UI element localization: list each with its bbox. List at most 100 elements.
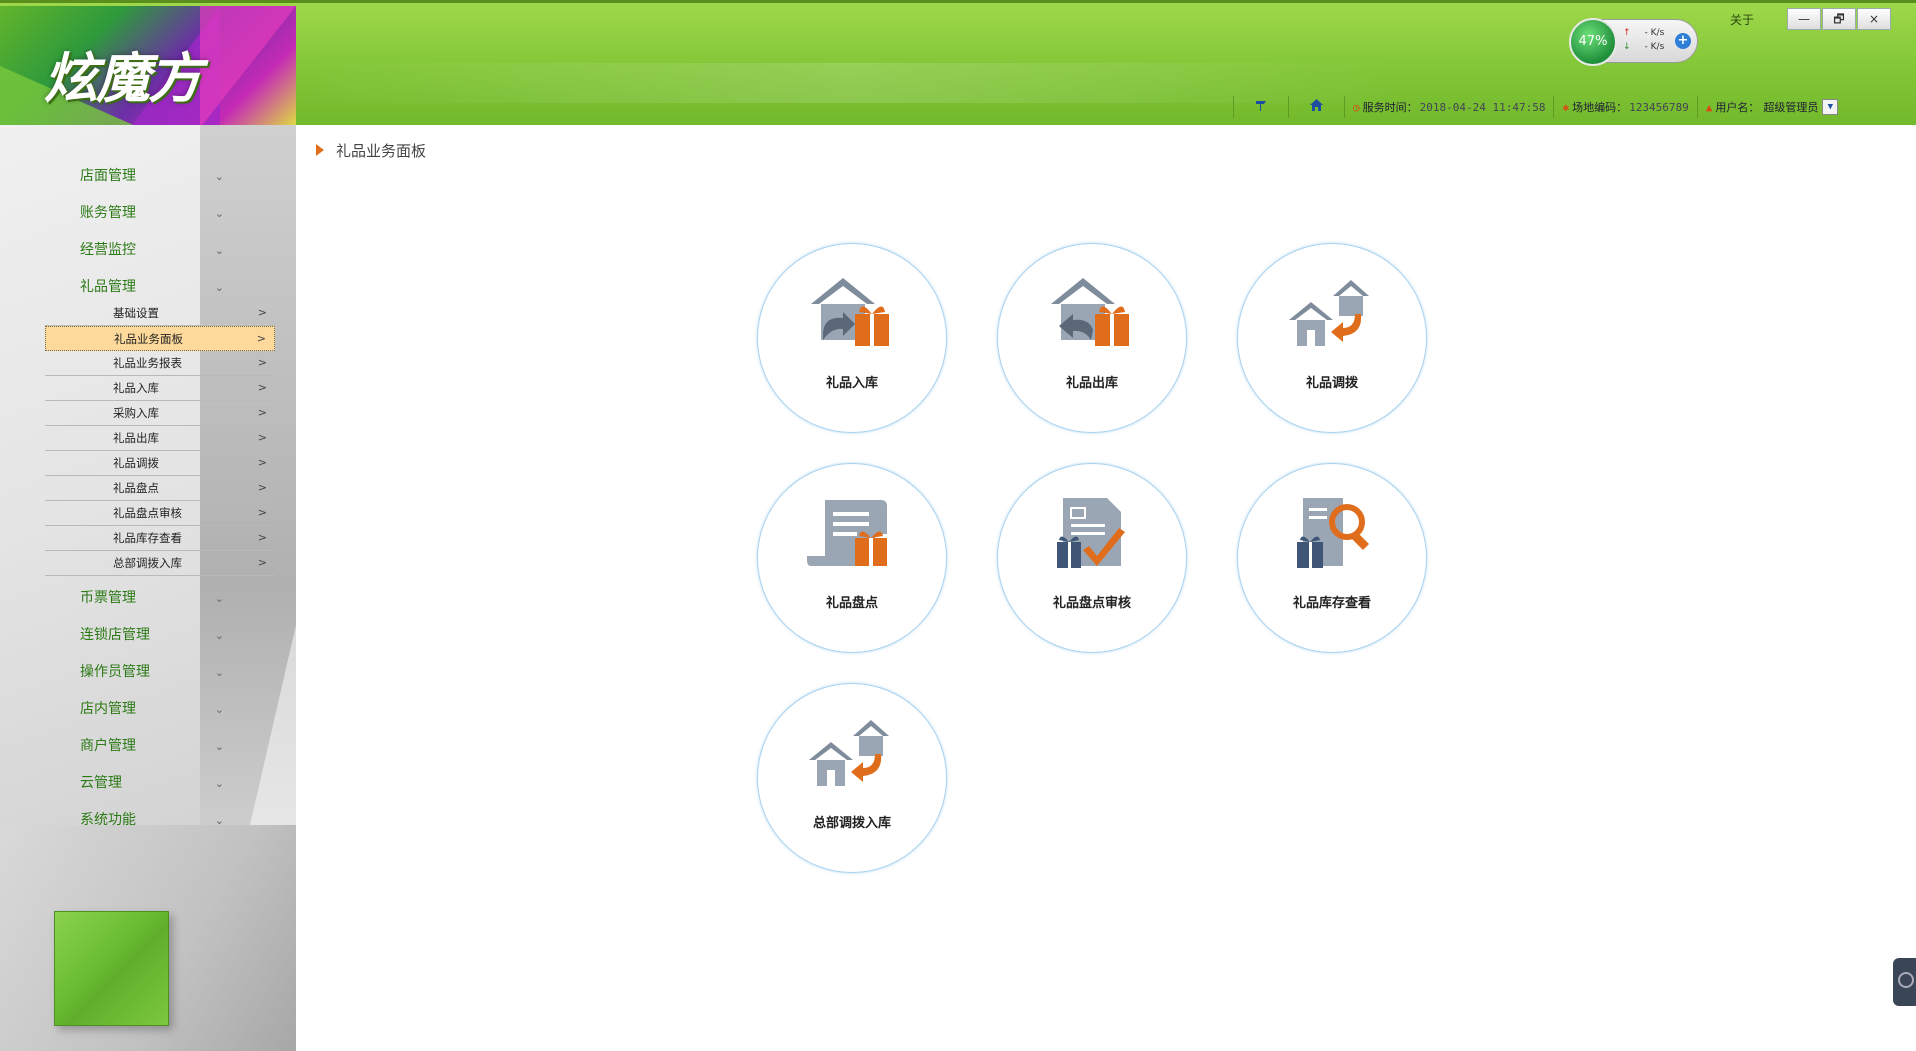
gift-stock-out-icon xyxy=(1051,278,1129,346)
sidebar-item-operators[interactable]: 操作员管理 ⌄ xyxy=(80,654,232,691)
submenu-item-gift-stock-in[interactable]: 礼品入库 > xyxy=(45,376,275,401)
chevron-right-icon: > xyxy=(257,431,267,444)
logo-text: 炫魔方 xyxy=(44,47,202,110)
tile-gift-inventory[interactable]: 礼品盘点 xyxy=(757,463,947,653)
chevron-right-icon: > xyxy=(257,456,267,469)
chevron-down-icon: ⌄ xyxy=(214,703,224,716)
tile-label: 礼品入库 xyxy=(825,376,878,391)
divider xyxy=(1233,96,1234,118)
gift-inventory-icon xyxy=(807,500,887,566)
tile-gift-stock-out[interactable]: 礼品出库 xyxy=(997,243,1187,433)
tile-hq-transfer-in[interactable]: 总部调拨入库 xyxy=(757,683,947,873)
upload-speed-value: - K/s xyxy=(1644,28,1665,38)
sidebar-item-in-store[interactable]: 店内管理 ⌄ xyxy=(80,691,232,728)
sidebar-menu-top: 店面管理 ⌄ 账务管理 ⌄ 经营监控 ⌄ 礼品管理 ⌄ xyxy=(80,158,232,306)
site-code-label: 场地编码： xyxy=(1572,101,1628,114)
submenu-item-inventory-audit[interactable]: 礼品盘点审核 > xyxy=(45,501,275,526)
chevron-down-icon: ⌄ xyxy=(214,592,224,605)
submenu-item-gift-dashboard[interactable]: 礼品业务面板 > xyxy=(45,326,275,351)
sidebar-item-accounting[interactable]: 账务管理 ⌄ xyxy=(80,195,232,232)
site-code: ✱ 场地编码： 123456789 xyxy=(1562,99,1688,115)
chevron-right-icon: > xyxy=(257,406,267,419)
divider xyxy=(1288,96,1289,118)
server-time-value: 2018-04-24 11:47:58 xyxy=(1419,100,1546,114)
sidebar-item-cloud[interactable]: 云管理 ⌄ xyxy=(80,765,232,802)
network-usage-percent: 47% xyxy=(1569,18,1617,66)
gift-transfer-icon xyxy=(1289,280,1369,346)
submenu-item-hq-transfer-in[interactable]: 总部调拨入库 > xyxy=(45,551,275,576)
submenu-item-purchase-in[interactable]: 采购入库 > xyxy=(45,401,275,426)
chevron-right-icon: > xyxy=(257,556,267,569)
tile-gift-stock-search[interactable]: 礼品库存查看 xyxy=(1237,463,1427,653)
sidebar-item-system[interactable]: 系统功能 ⌄ xyxy=(80,802,232,839)
decorative-green-tile xyxy=(54,911,169,1026)
tile-label: 礼品盘点 xyxy=(825,596,878,611)
tile-gift-stock-in[interactable]: 礼品入库 xyxy=(757,243,947,433)
sidebar-item-label: 店内管理 xyxy=(80,701,136,717)
chevron-right-icon: > xyxy=(257,356,267,369)
submenu-item-label: 礼品入库 xyxy=(113,381,159,395)
submenu-item-stock-view[interactable]: 礼品库存查看 > xyxy=(45,526,275,551)
chevron-down-icon: ⌄ xyxy=(214,814,224,827)
window-controls: — 🗗 × xyxy=(1787,8,1892,32)
submenu-item-label: 礼品出库 xyxy=(113,431,159,445)
submenu-item-label: 礼品业务面板 xyxy=(114,332,183,346)
submenu-item-basic-settings[interactable]: 基础设置 > xyxy=(45,301,275,326)
user-icon: ▲ xyxy=(1705,100,1713,114)
sidebar-item-store[interactable]: 店面管理 ⌄ xyxy=(80,158,232,195)
sidebar-item-label: 账务管理 xyxy=(80,205,136,221)
gift-stock-in-icon xyxy=(811,278,889,346)
clock-icon: ◷ xyxy=(1353,100,1360,114)
submenu-item-label: 礼品盘点 xyxy=(113,481,159,495)
tile-gift-inventory-audit[interactable]: 礼品盘点审核 xyxy=(997,463,1187,653)
submenu-item-label: 采购入库 xyxy=(113,406,159,420)
chevron-down-icon: ⌄ xyxy=(214,629,224,642)
submenu-item-label: 礼品调拨 xyxy=(113,456,159,470)
chevron-right-icon: > xyxy=(256,332,266,345)
network-speed-widget[interactable]: 47% ↑ - K/s ↓ - K/s + xyxy=(1569,18,1698,66)
about-link[interactable]: 关于 xyxy=(1730,11,1754,28)
divider xyxy=(1696,96,1698,118)
chevron-right-icon: > xyxy=(257,306,267,319)
gift-inventory-audit-icon xyxy=(1057,498,1125,568)
server-time: ◷ 服务时间： 2018-04-24 11:47:58 xyxy=(1353,99,1545,115)
home-icon[interactable] xyxy=(1297,98,1336,116)
plus-icon[interactable]: + xyxy=(1675,33,1691,49)
minimize-button[interactable]: — xyxy=(1787,8,1821,30)
sidebar-item-merchants[interactable]: 商户管理 ⌄ xyxy=(80,728,232,765)
submenu-item-gift-stock-out[interactable]: 礼品出库 > xyxy=(45,426,275,451)
sidebar-menu-bottom: 币票管理 ⌄ 连锁店管理 ⌄ 操作员管理 ⌄ 店内管理 ⌄ 商户管理 ⌄ 云管理… xyxy=(80,580,232,839)
chevron-down-icon: ⌄ xyxy=(214,207,224,220)
tile-gift-transfer[interactable]: 礼品调拨 xyxy=(1237,243,1427,433)
submenu-item-label: 总部调拨入库 xyxy=(113,556,182,570)
download-arrow-icon: ↓ xyxy=(1623,42,1631,52)
sidebar-item-label: 系统功能 xyxy=(80,812,136,828)
floating-side-tab[interactable] xyxy=(1893,958,1916,1006)
chevron-down-icon: ⌄ xyxy=(214,740,224,753)
logo-shard xyxy=(200,6,296,128)
sidebar-item-label: 礼品管理 xyxy=(80,279,136,295)
chevron-down-icon: ⌄ xyxy=(214,666,224,679)
sidebar-item-tokens[interactable]: 币票管理 ⌄ xyxy=(80,580,232,617)
chevron-right-icon: > xyxy=(257,531,267,544)
header-bar: 炫魔方 47% ↑ - K/s ↓ - K/s + 关于 — 🗗 × ◷ 服务时… xyxy=(0,0,1916,128)
submenu-item-gift-inventory[interactable]: 礼品盘点 > xyxy=(45,476,275,501)
restore-button[interactable]: 🗗 xyxy=(1822,8,1856,30)
sidebar-item-chain[interactable]: 连锁店管理 ⌄ xyxy=(80,617,232,654)
user-info: ▲ 用户名： 超级管理员 ▼ xyxy=(1706,99,1839,115)
sidebar-item-label: 币票管理 xyxy=(80,590,136,606)
divider xyxy=(1553,96,1555,118)
user-dropdown-button[interactable]: ▼ xyxy=(1822,99,1839,115)
tile-label: 礼品盘点审核 xyxy=(1052,596,1131,611)
sidebar-item-monitoring[interactable]: 经营监控 ⌄ xyxy=(80,232,232,269)
submenu-item-gift-transfer[interactable]: 礼品调拨 > xyxy=(45,451,275,476)
close-button[interactable]: × xyxy=(1857,8,1891,30)
upload-arrow-icon: ↑ xyxy=(1623,28,1631,38)
site-code-value: 123456789 xyxy=(1629,100,1689,114)
chevron-right-icon: > xyxy=(257,481,267,494)
chevron-right-icon: > xyxy=(257,381,267,394)
chevron-down-icon: ⌄ xyxy=(214,244,224,257)
pin-icon[interactable] xyxy=(1242,98,1280,116)
submenu-item-gift-report[interactable]: 礼品业务报表 > xyxy=(45,351,275,376)
sidebar-item-label: 连锁店管理 xyxy=(80,627,150,643)
